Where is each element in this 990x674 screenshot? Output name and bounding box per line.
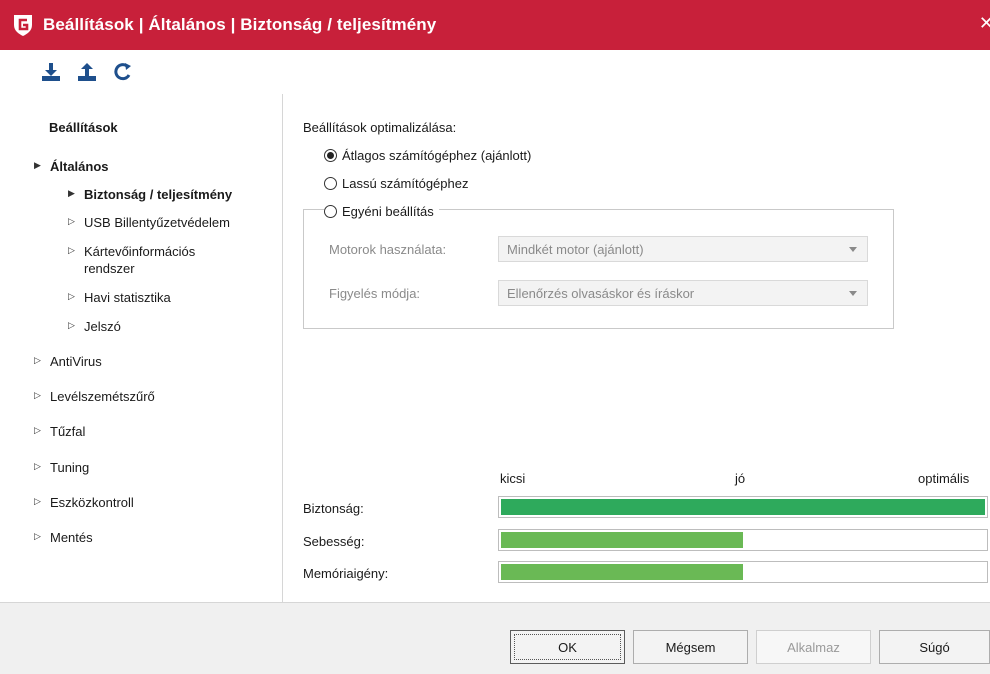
cancel-button[interactable]: Mégsem	[633, 630, 748, 664]
engines-label: Motorok használata:	[329, 242, 447, 257]
collapsed-arrow-icon: ▷	[68, 245, 75, 255]
chevron-down-icon	[849, 247, 857, 252]
settings-panel: Beállítások optimalizálása: Átlagos szám…	[284, 94, 990, 602]
tree-item-firewall[interactable]: ▷ Tűzfal	[34, 423, 85, 440]
memory-label: Memóriaigény:	[303, 566, 389, 581]
collapsed-arrow-icon: ▷	[34, 496, 41, 506]
custom-settings-group: Motorok használata: Mindkét motor (ajánl…	[303, 209, 894, 329]
tree-item-monthly-stats[interactable]: ▷ Havi statisztika	[68, 289, 171, 306]
scale-mid-label: jó	[735, 471, 746, 486]
memory-bar-fill	[501, 564, 743, 580]
settings-tree: Beállítások ▶ Általános ▶ Biztonság / te…	[0, 94, 283, 602]
reset-icon	[114, 63, 131, 81]
toolbar	[0, 50, 990, 94]
import-icon	[42, 63, 60, 81]
tree-item-general[interactable]: ▶ Általános	[34, 158, 109, 175]
speed-label: Sebesség:	[303, 534, 365, 549]
security-bar	[498, 496, 988, 518]
tree-item-usb-keyboard[interactable]: ▷ USB Billentyűzetvédelem	[68, 214, 230, 231]
tree-item-tuning[interactable]: ▷ Tuning	[34, 459, 89, 476]
tree-item-security-performance[interactable]: ▶ Biztonság / teljesítmény	[68, 186, 232, 203]
reset-button[interactable]	[112, 61, 134, 83]
radio-checked-icon	[324, 149, 337, 162]
collapsed-arrow-icon: ▷	[68, 216, 75, 226]
radio-unchecked-icon	[324, 205, 337, 218]
security-bar-fill	[501, 499, 985, 515]
chevron-down-icon	[849, 291, 857, 296]
export-icon	[78, 63, 96, 81]
apply-button[interactable]: Alkalmaz	[756, 630, 871, 664]
tree-item-device-control[interactable]: ▷ Eszközkontroll	[34, 494, 134, 511]
monitor-mode-label: Figyelés módja:	[329, 286, 421, 301]
ok-button[interactable]: OK	[510, 630, 625, 664]
speed-bar-fill	[501, 532, 743, 548]
radio-custom[interactable]: Egyéni beállítás	[324, 204, 439, 219]
scale-high-label: optimális	[918, 471, 970, 486]
security-label: Biztonság:	[303, 501, 364, 516]
tree-item-password[interactable]: ▷ Jelszó	[68, 318, 121, 335]
help-button[interactable]: Súgó	[879, 630, 990, 664]
import-button[interactable]	[40, 61, 62, 83]
close-icon[interactable]: ✕	[979, 13, 990, 34]
radio-unchecked-icon	[324, 177, 337, 190]
tree-header: Beállítások	[49, 120, 118, 135]
title-bar: Beállítások | Általános | Biztonság / te…	[0, 0, 990, 50]
gdata-shield-icon	[12, 13, 34, 37]
window-title: Beállítások | Általános | Biztonság / te…	[43, 15, 437, 34]
expanded-arrow-icon: ▶	[68, 188, 75, 198]
radio-average-pc[interactable]: Átlagos számítógéphez (ajánlott)	[324, 148, 531, 163]
tree-item-backup[interactable]: ▷ Mentés	[34, 529, 93, 546]
speed-bar	[498, 529, 988, 551]
export-button[interactable]	[76, 61, 98, 83]
monitor-mode-select: Ellenőrzés olvasáskor és íráskor	[498, 280, 868, 306]
collapsed-arrow-icon: ▷	[34, 531, 41, 541]
focus-rect	[514, 634, 621, 660]
tree-item-antivirus[interactable]: ▷ AntiVirus	[34, 353, 102, 370]
scale-low-label: kicsi	[500, 471, 526, 486]
memory-bar	[498, 561, 988, 583]
collapsed-arrow-icon: ▷	[68, 291, 75, 301]
collapsed-arrow-icon: ▷	[34, 425, 41, 435]
tree-item-malware-info[interactable]: ▷ Kártevőinformációs rendszer	[68, 243, 234, 277]
collapsed-arrow-icon: ▷	[34, 461, 41, 471]
radio-slow-pc[interactable]: Lassú számítógéphez	[324, 176, 468, 191]
collapsed-arrow-icon: ▷	[34, 390, 41, 400]
collapsed-arrow-icon: ▷	[34, 355, 41, 365]
expanded-arrow-icon: ▶	[34, 160, 41, 170]
tree-item-antispam[interactable]: ▷ Levélszemétszűrő	[34, 388, 155, 405]
optimize-title: Beállítások optimalizálása:	[303, 120, 457, 135]
engines-select: Mindkét motor (ajánlott)	[498, 236, 868, 262]
collapsed-arrow-icon: ▷	[68, 320, 75, 330]
dialog-footer: OK Mégsem Alkalmaz Súgó	[0, 602, 990, 674]
